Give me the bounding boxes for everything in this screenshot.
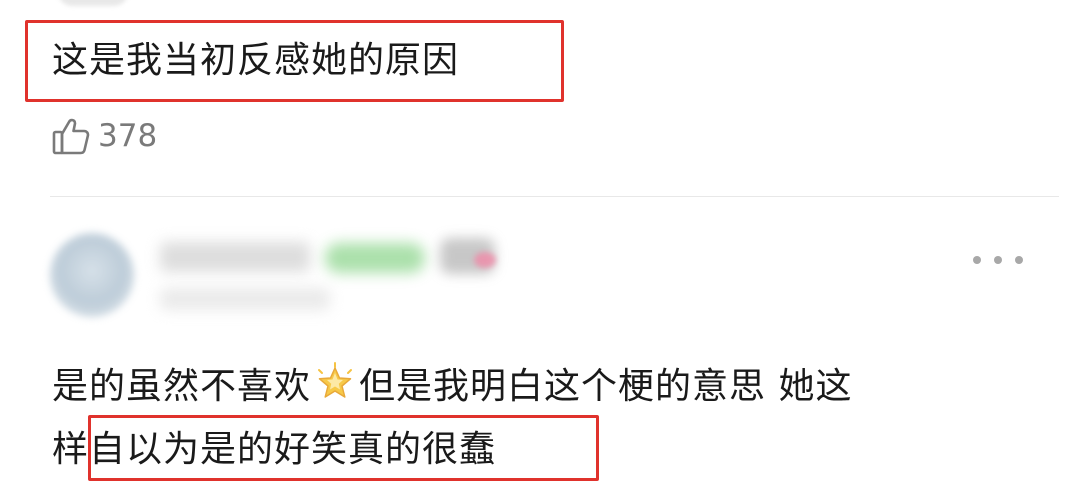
user-badge-blurred bbox=[325, 243, 425, 273]
like-button[interactable]: 378 bbox=[52, 115, 157, 157]
comment-2-text-a: 是的虽然不喜欢 bbox=[52, 366, 312, 407]
comment-meta-blurred bbox=[160, 288, 330, 310]
previous-avatar-remnant bbox=[58, 0, 128, 6]
comment-divider bbox=[50, 196, 1059, 197]
username-blurred[interactable] bbox=[160, 242, 310, 272]
highlight-box-2 bbox=[88, 415, 599, 481]
glowing-star-emoji-icon bbox=[313, 362, 357, 402]
thumbs-up-icon bbox=[52, 116, 90, 156]
avatar[interactable] bbox=[50, 233, 134, 317]
badge-accent-icon-blurred bbox=[474, 252, 496, 268]
comment-2-line-1: 是的虽然不喜欢 但是我明白这个梗的意思 她这 bbox=[52, 362, 852, 405]
comment-2-text-b: 但是我明白这个梗的意思 她这 bbox=[359, 366, 853, 407]
comment-2-text-c: 样 bbox=[52, 429, 90, 470]
more-options-icon[interactable] bbox=[973, 248, 1023, 272]
highlight-box-1 bbox=[25, 20, 564, 102]
like-count: 378 bbox=[98, 118, 158, 154]
